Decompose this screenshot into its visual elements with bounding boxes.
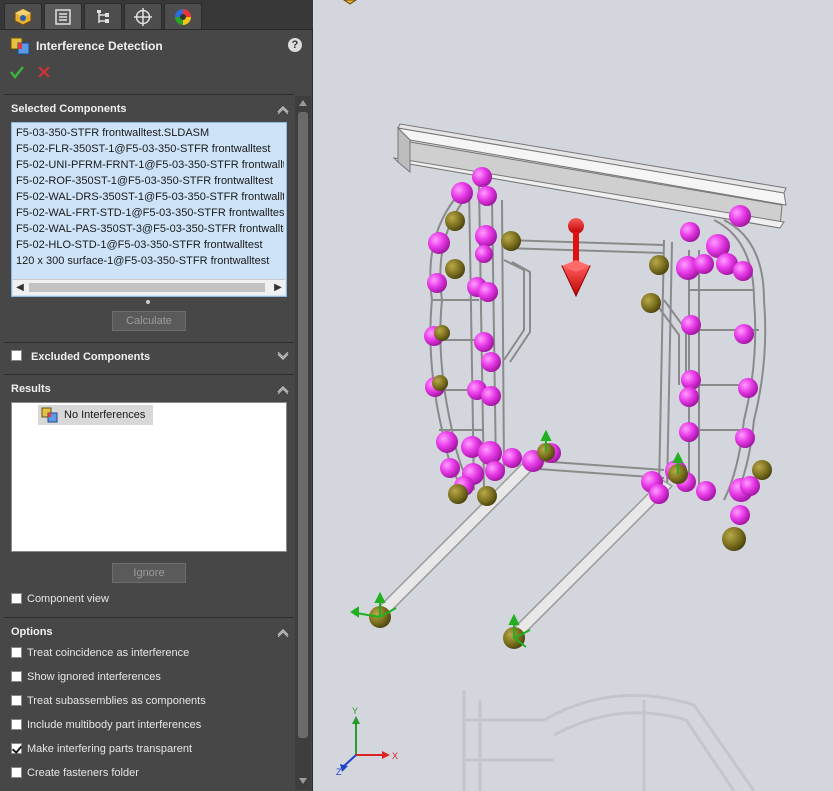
list-item[interactable]: F5-02-ROF-350ST-1@F5-03-350-STFR frontwa… [16, 173, 284, 189]
horizontal-scrollbar[interactable]: ◀ ▶ [13, 279, 285, 295]
option-checkbox-coincidence[interactable] [11, 647, 22, 658]
scroll-up-icon[interactable] [299, 100, 307, 106]
triad-x-label: X [392, 751, 398, 761]
list-item[interactable]: F5-02-UNI-PFRM-FRNT-1@F5-03-350-STFR fro… [16, 157, 284, 173]
selected-components-header[interactable]: Selected Components [0, 98, 294, 120]
list-item[interactable]: 120 x 300 surface-1@F5-03-350-STFR front… [16, 253, 284, 269]
component-view-label: Component view [27, 593, 109, 605]
list-item[interactable]: F5-02-FLR-350ST-1@F5-03-350-STFR frontwa… [16, 141, 284, 157]
result-label: No Interferences [64, 409, 146, 421]
tab-configuration-manager[interactable] [84, 3, 122, 29]
dimxpert-icon [134, 7, 152, 26]
result-item[interactable]: No Interferences [38, 405, 153, 425]
option-checkbox-multibody[interactable] [11, 719, 22, 730]
section-label: Options [11, 626, 53, 638]
triad-y-label: Y [352, 706, 358, 716]
scroll-right-icon[interactable]: ▶ [271, 281, 285, 295]
list-item[interactable]: F5-02-WAL-DRS-350ST-1@F5-03-350-STFR fro… [16, 189, 284, 205]
cancel-x-icon[interactable] [38, 66, 50, 78]
collapse-up-icon[interactable] [276, 627, 290, 637]
excluded-components-header[interactable]: Excluded Components [0, 346, 294, 368]
separator [4, 374, 294, 375]
list-item[interactable]: F5-02-WAL-FRT-STD-1@F5-03-350-STFR front… [16, 205, 284, 221]
tab-property-manager[interactable] [44, 3, 82, 29]
list-item[interactable]: F5-02-WAL-PAS-350ST-3@F5-03-350-STFR fro… [16, 221, 284, 237]
property-manager-panel: Interference Detection ? Selected Compon… [0, 0, 313, 791]
scrollbar-thumb[interactable] [298, 112, 308, 738]
option-checkbox-fasteners[interactable] [11, 767, 22, 778]
scroll-down-icon[interactable] [299, 778, 307, 784]
excluded-components-checkbox[interactable] [11, 350, 22, 361]
option-label: Make interfering parts transparent [27, 743, 193, 755]
results-list[interactable]: No Interferences [11, 402, 287, 552]
display-manager-icon [175, 8, 191, 25]
collapse-up-icon[interactable] [276, 384, 290, 394]
separator [4, 617, 294, 618]
separator [4, 94, 294, 95]
option-label: Include multibody part interferences [27, 719, 202, 731]
interference-result-icon [41, 407, 58, 423]
collapse-up-icon[interactable] [276, 104, 290, 114]
calculate-button[interactable]: Calculate [112, 311, 186, 331]
tab-display-manager[interactable] [164, 3, 202, 29]
option-label: Show ignored interferences [27, 671, 161, 683]
scrollbar-thumb[interactable] [29, 283, 265, 292]
feature-manager-icon [14, 7, 32, 26]
option-checkbox-transparent[interactable] [11, 743, 22, 754]
scroll-left-icon[interactable]: ◀ [13, 281, 27, 295]
separator [4, 342, 294, 343]
triad-z-label: Z [336, 767, 342, 777]
option-checkbox-show-ignored[interactable] [11, 671, 22, 682]
results-header[interactable]: Results [0, 378, 294, 400]
options-header[interactable]: Options [0, 621, 294, 643]
resize-grip[interactable] [146, 300, 150, 304]
panel-vertical-scrollbar[interactable] [295, 96, 311, 790]
ignore-button[interactable]: Ignore [112, 563, 186, 583]
option-label: Treat coincidence as interference [27, 647, 190, 659]
expand-down-icon[interactable] [276, 352, 290, 362]
tab-feature-manager[interactable] [4, 3, 42, 29]
component-view-checkbox[interactable] [11, 593, 22, 604]
option-label: Create fasteners folder [27, 767, 139, 779]
property-manager-icon [55, 8, 71, 25]
option-checkbox-subassemblies[interactable] [11, 695, 22, 706]
configuration-manager-icon [97, 9, 109, 23]
help-icon[interactable]: ? [288, 38, 302, 52]
section-label: Excluded Components [31, 351, 151, 363]
feature-header: Interference Detection ? [0, 30, 313, 92]
list-item[interactable]: F5-02-HLO-STD-1@F5-03-350-STFR frontwall… [16, 237, 284, 253]
section-label: Selected Components [11, 103, 127, 115]
manager-tab-bar [0, 0, 313, 30]
panel-title: Interference Detection [36, 39, 163, 53]
section-label: Results [11, 383, 51, 395]
tab-dimxpert[interactable] [124, 3, 162, 29]
interference-detection-icon [10, 37, 30, 55]
selected-components-list[interactable]: F5-03-350-STFR frontwalltest.SLDASM F5-0… [11, 122, 287, 297]
graphics-viewport[interactable]: Y X Z [314, 0, 833, 791]
ok-check-icon[interactable] [10, 65, 24, 79]
option-label: Treat subassemblies as components [27, 695, 206, 707]
list-item[interactable]: F5-03-350-STFR frontwalltest.SLDASM [16, 125, 284, 141]
